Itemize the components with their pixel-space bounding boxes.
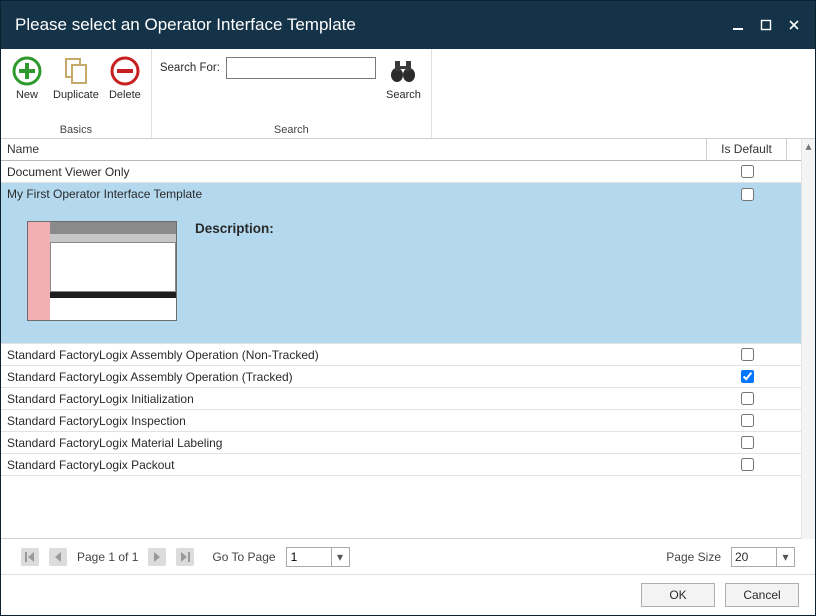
search-input[interactable] — [226, 57, 376, 79]
delete-button[interactable]: Delete — [107, 53, 143, 103]
pager-page-text: Page 1 of 1 — [77, 550, 138, 564]
duplicate-button[interactable]: Duplicate — [51, 53, 101, 103]
pager-next-button[interactable] — [148, 548, 166, 566]
column-header-is-default[interactable]: Is Default — [707, 139, 787, 160]
row-detail: Description: — [1, 205, 801, 343]
page-size-label: Page Size — [666, 550, 721, 564]
ribbon-group-search-label: Search — [274, 124, 309, 136]
maximize-button[interactable] — [759, 18, 773, 32]
table-row[interactable]: Standard FactoryLogix Material Labeling — [1, 432, 801, 454]
is-default-checkbox[interactable] — [741, 392, 754, 405]
row-name: Document Viewer Only — [1, 165, 707, 179]
column-header-name[interactable]: Name — [1, 139, 707, 160]
pager-last-button[interactable] — [176, 548, 194, 566]
prev-page-icon — [52, 551, 64, 563]
vertical-scrollbar[interactable]: ▴ — [801, 139, 815, 539]
goto-page-dropdown[interactable]: ▾ — [332, 547, 350, 567]
table-row[interactable]: Standard FactoryLogix Inspection — [1, 410, 801, 432]
title-bar: Please select an Operator Interface Temp… — [1, 1, 815, 49]
minus-circle-icon — [109, 55, 141, 87]
page-size-dropdown[interactable]: ▾ — [777, 547, 795, 567]
description-label: Description: — [195, 221, 274, 236]
row-name: Standard FactoryLogix Inspection — [1, 414, 707, 428]
table-row[interactable]: My First Operator Interface Template Desc… — [1, 183, 801, 344]
is-default-checkbox[interactable] — [741, 165, 754, 178]
close-button[interactable] — [787, 18, 801, 32]
row-name: Standard FactoryLogix Material Labeling — [1, 436, 707, 450]
row-name: Standard FactoryLogix Assembly Operation… — [1, 348, 707, 362]
ribbon-group-search: Search For: Search Search — [152, 49, 432, 138]
first-page-icon — [24, 551, 36, 563]
search-for-label: Search For: — [160, 62, 220, 74]
dialog-buttons: OK Cancel — [1, 575, 815, 615]
table-row[interactable]: Standard FactoryLogix Packout — [1, 454, 801, 476]
minimize-button[interactable] — [731, 18, 745, 32]
grid-container: Name Is Default Document Viewer Only My F… — [1, 139, 815, 539]
is-default-checkbox[interactable] — [741, 436, 754, 449]
is-default-checkbox[interactable] — [741, 414, 754, 427]
pager-first-button[interactable] — [21, 548, 39, 566]
scroll-up-icon[interactable]: ▴ — [802, 139, 815, 153]
page-size-select[interactable]: 20 — [731, 547, 777, 567]
ribbon-group-basics: New Duplicate Delete Basics — [1, 49, 152, 138]
ok-button[interactable]: OK — [641, 583, 715, 607]
new-button[interactable]: New — [9, 53, 45, 103]
table-row[interactable]: Standard FactoryLogix Assembly Operation… — [1, 366, 801, 388]
is-default-checkbox[interactable] — [741, 348, 754, 361]
binoculars-icon — [387, 55, 419, 87]
row-name: My First Operator Interface Template — [1, 187, 707, 201]
next-page-icon — [151, 551, 163, 563]
template-thumbnail — [27, 221, 177, 321]
cancel-button[interactable]: Cancel — [725, 583, 799, 607]
grid-header: Name Is Default — [1, 139, 801, 161]
goto-page-input[interactable] — [286, 547, 332, 567]
plus-circle-icon — [11, 55, 43, 87]
table-row[interactable]: Standard FactoryLogix Initialization — [1, 388, 801, 410]
table-row[interactable]: Document Viewer Only — [1, 161, 801, 183]
row-name: Standard FactoryLogix Initialization — [1, 392, 707, 406]
is-default-checkbox[interactable] — [741, 188, 754, 201]
is-default-checkbox[interactable] — [741, 458, 754, 471]
is-default-checkbox[interactable] — [741, 370, 754, 383]
dialog-title: Please select an Operator Interface Temp… — [15, 15, 731, 35]
row-name: Standard FactoryLogix Packout — [1, 458, 707, 472]
duplicate-icon — [60, 55, 92, 87]
goto-label: Go To Page — [212, 550, 275, 564]
pager-prev-button[interactable] — [49, 548, 67, 566]
pager: Page 1 of 1 Go To Page ▾ Page Size 20 ▾ — [1, 539, 815, 575]
dialog-window: Please select an Operator Interface Temp… — [0, 0, 816, 616]
ribbon-group-basics-label: Basics — [60, 124, 92, 136]
last-page-icon — [179, 551, 191, 563]
grid-body: Document Viewer Only My First Operator In… — [1, 161, 801, 538]
table-row[interactable]: Standard FactoryLogix Assembly Operation… — [1, 344, 801, 366]
search-button[interactable]: Search — [384, 53, 423, 103]
ribbon: New Duplicate Delete Basics Search For: — [1, 49, 815, 139]
row-name: Standard FactoryLogix Assembly Operation… — [1, 370, 707, 384]
